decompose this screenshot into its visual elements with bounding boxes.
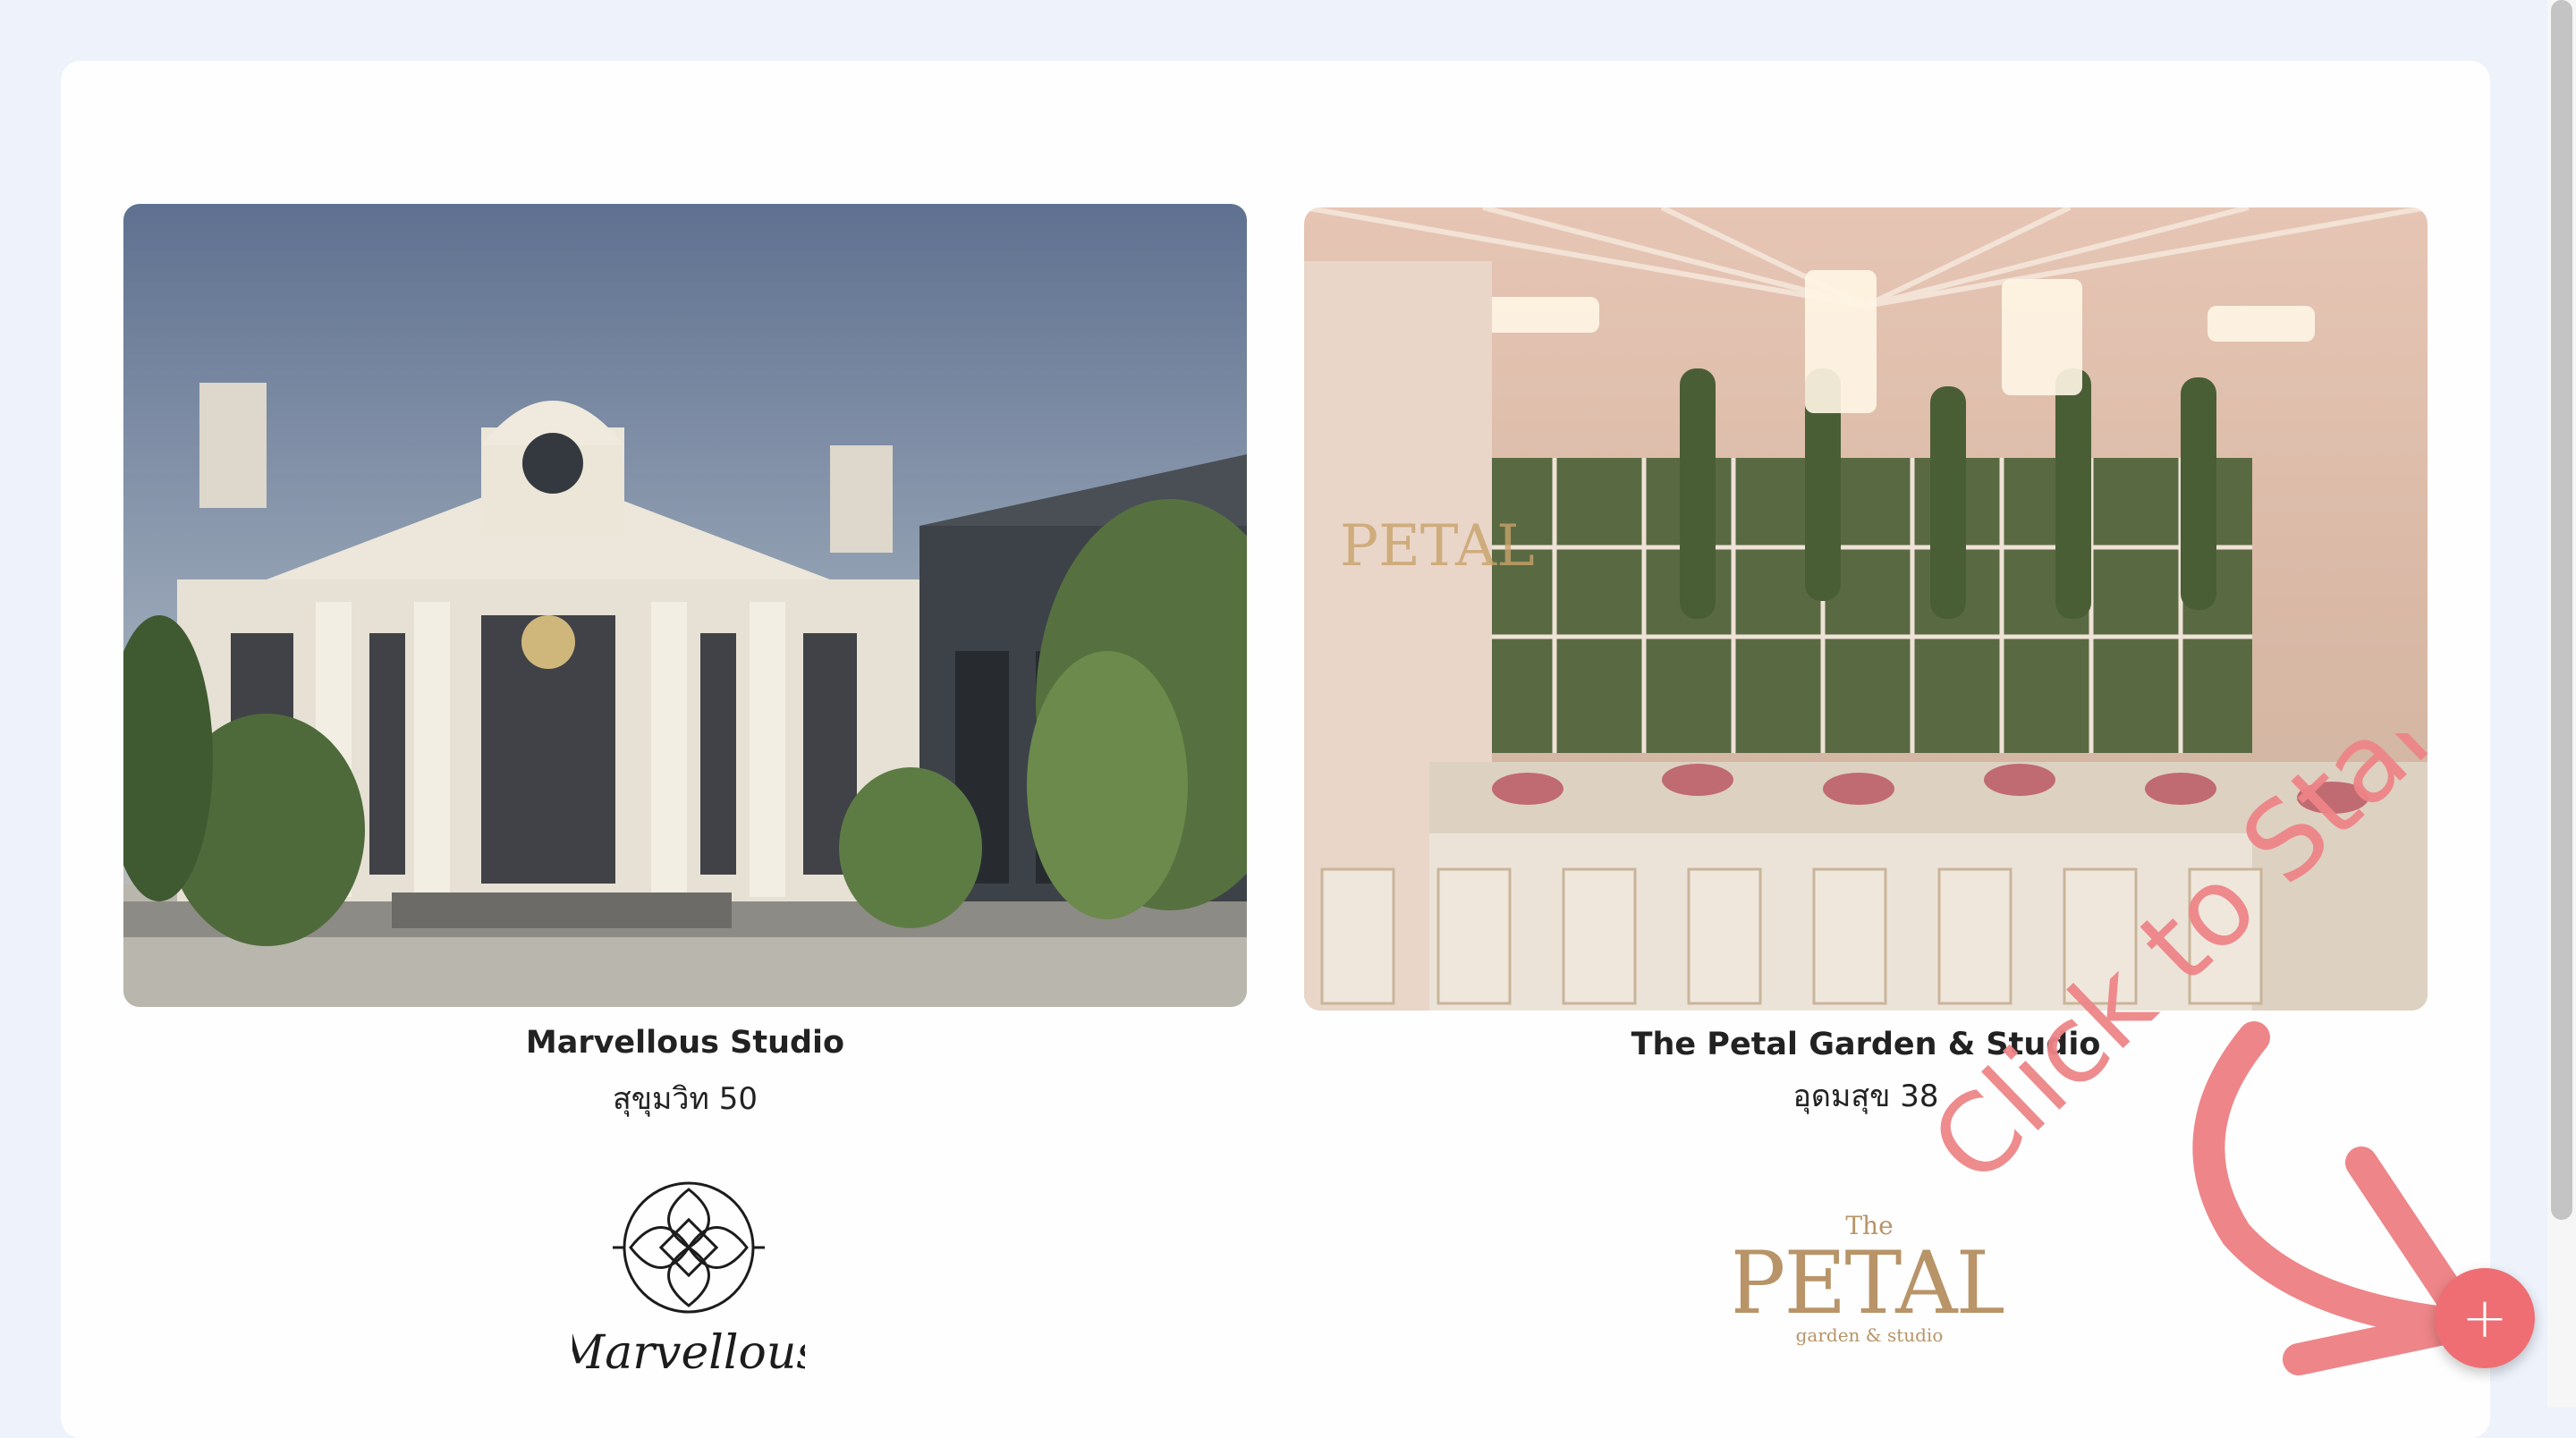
marvellous-logo-text: Marvellous [572,1326,805,1380]
venue-image-marvellous[interactable] [123,204,1247,1007]
venue-name-petal[interactable]: The Petal Garden & Studio [1304,1027,2428,1062]
venue-name-marvellous[interactable]: Marvellous Studio [123,1025,1247,1061]
petal-logo: The PETAL garden & studio [1735,1207,2004,1359]
venue-location-petal: อุดมสุข 38 [1792,1078,1939,1114]
svg-text:PETAL: PETAL [1340,513,1535,579]
scrollbar-thumb[interactable] [2551,0,2572,1220]
add-floating-button[interactable]: + [2435,1268,2535,1368]
venue-image-petal[interactable]: PETAL [1304,207,2428,1011]
petal-logo-sub: garden & studio [1796,1324,1944,1346]
plus-icon: + [2462,1285,2508,1350]
marvellous-logo: Marvellous [572,1172,805,1395]
venue-location-marvellous: สุขุมวิท 50 [613,1081,758,1117]
petal-logo-main: PETAL [1735,1233,2004,1333]
